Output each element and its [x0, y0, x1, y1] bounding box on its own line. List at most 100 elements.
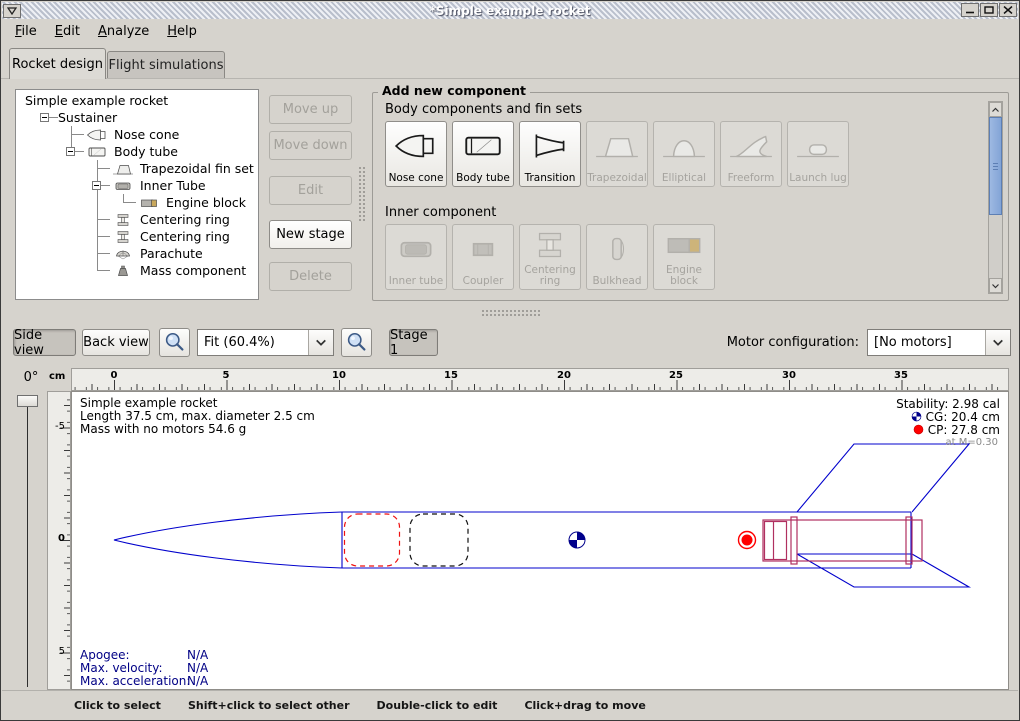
mass-component-icon — [110, 263, 136, 279]
tab-flight-simulations[interactable]: Flight simulations — [107, 51, 225, 79]
inner-tube-icon — [393, 232, 439, 266]
close-icon — [1003, 6, 1013, 14]
chevron-down-icon — [315, 338, 327, 347]
tree-item-centering-ring-2[interactable]: Centering ring — [16, 228, 258, 245]
cg-marker — [569, 532, 585, 548]
zoom-in-button[interactable] — [159, 328, 190, 357]
stability-text: Stability: 2.98 cal — [896, 397, 1000, 411]
tree-item-rocket[interactable]: Simple example rocket — [16, 92, 258, 109]
trapezoidal-fin-icon — [110, 161, 136, 177]
nose-cone-icon — [84, 127, 110, 143]
chevron-down-icon — [992, 338, 1004, 347]
component-scrollbar[interactable] — [988, 101, 1003, 294]
move-down-button: Move down — [269, 131, 352, 160]
nose-cone-icon — [393, 129, 439, 163]
hint-click-to-select: Click to select — [74, 699, 161, 712]
zoom-level-value: Fit (60.4%) — [198, 330, 308, 355]
window-menu-button[interactable] — [3, 4, 21, 18]
tree-item-body-tube[interactable]: Body tube — [16, 143, 258, 160]
tree-item-centering-ring-1[interactable]: Centering ring — [16, 211, 258, 228]
add-body-tube-button[interactable]: Body tube — [452, 121, 514, 187]
scrollbar-thumb[interactable] — [989, 117, 1002, 215]
rotation-angle-label: 0° — [13, 370, 49, 385]
vertical-ruler: -5 0 5 — [47, 391, 71, 690]
window-title: *Simple example rocket — [2, 4, 1018, 18]
add-transition-button[interactable]: Transition — [519, 121, 581, 187]
rotation-slider-track[interactable] — [27, 395, 28, 687]
close-button[interactable] — [999, 3, 1017, 17]
collapse-toggle-icon[interactable] — [92, 181, 101, 190]
engine-block-icon — [661, 228, 707, 262]
tree-item-parachute[interactable]: Parachute — [16, 245, 258, 262]
side-view-button[interactable]: Side view — [13, 329, 76, 356]
cg-legend-icon — [911, 411, 922, 422]
tree-item-mass-component[interactable]: Mass component — [16, 262, 258, 279]
maximize-icon — [984, 6, 994, 14]
cp-marker — [739, 532, 756, 549]
zoom-out-button[interactable] — [341, 328, 372, 357]
horizontal-ruler: 0 5 10 15 20 25 30 35 — [71, 368, 1009, 391]
status-bar: Click to select Shift+click to select ot… — [2, 690, 1018, 719]
body-tube-icon — [84, 144, 110, 160]
mass-component-outline — [410, 514, 468, 566]
trapezoidal-fin-icon — [594, 129, 640, 163]
stage-1-toggle[interactable]: Stage 1 — [389, 329, 438, 356]
scroll-up-button[interactable] — [989, 102, 1002, 117]
back-view-button[interactable]: Back view — [82, 329, 150, 356]
delete-button: Delete — [269, 262, 352, 291]
motor-configuration-combobox[interactable]: [No motors] — [867, 329, 1011, 356]
add-centering-ring-button: Centering ring — [519, 224, 581, 290]
add-nose-cone-button[interactable]: Nose cone — [385, 121, 447, 187]
rocket-drawing[interactable] — [72, 392, 1009, 690]
collapse-toggle-icon[interactable] — [66, 147, 75, 156]
minimize-button[interactable] — [961, 3, 979, 17]
hint-double-click: Double-click to edit — [377, 699, 498, 712]
add-engine-block-button: Engine block — [653, 224, 715, 290]
menu-analyze[interactable]: Analyze — [89, 21, 158, 42]
max-acceleration-row: Max. acceleration:N/A — [80, 674, 208, 688]
add-trapezoidal-fin-button: Trapezoidal — [586, 121, 648, 187]
tree-item-inner-tube[interactable]: Inner Tube — [16, 177, 258, 194]
add-component-title: Add new component — [378, 83, 530, 98]
coupler-icon — [460, 232, 506, 266]
edit-button: Edit — [269, 176, 352, 205]
centering-ring-icon — [527, 228, 573, 262]
motor-configuration-value: [No motors] — [868, 330, 985, 355]
rocket-view-canvas[interactable]: Simple example rocket Length 37.5 cm, ma… — [71, 391, 1009, 690]
tab-rocket-design[interactable]: Rocket design — [9, 48, 106, 79]
magnifier-zoom-out-icon — [346, 332, 367, 353]
scroll-down-button[interactable] — [989, 278, 1002, 293]
apogee-row: Apogee:N/A — [80, 648, 208, 662]
maximize-button[interactable] — [980, 3, 998, 17]
collapse-toggle-icon[interactable] — [40, 113, 49, 122]
tree-item-nose-cone[interactable]: Nose cone — [16, 126, 258, 143]
add-coupler-button: Coupler — [452, 224, 514, 290]
tree-item-engine-block[interactable]: Engine block — [16, 194, 258, 211]
inner-component-label: Inner component — [385, 205, 496, 220]
minimize-icon — [965, 6, 975, 14]
add-component-group: Body components and fin sets Nose cone B… — [372, 92, 1009, 301]
tree-item-trapezoidal-fin-set[interactable]: Trapezoidal fin set — [16, 160, 258, 177]
cp-text: CP: 27.8 cm — [913, 423, 1000, 437]
ruler-unit-label: cm — [49, 371, 65, 382]
hint-click-drag: Click+drag to move — [524, 699, 645, 712]
hint-shift-click: Shift+click to select other — [188, 699, 350, 712]
rotation-slider-handle[interactable] — [17, 395, 38, 407]
window-menu-icon — [7, 7, 17, 15]
chevron-down-icon — [991, 283, 1000, 289]
zoom-level-combobox[interactable]: Fit (60.4%) — [197, 329, 334, 356]
new-stage-button[interactable]: New stage — [269, 220, 352, 249]
rocket-outline — [114, 444, 969, 587]
bulkhead-icon — [594, 232, 640, 266]
menu-edit[interactable]: Edit — [46, 21, 89, 42]
inner-components-outline — [763, 517, 922, 564]
horizontal-splitter-handle[interactable] — [481, 309, 541, 316]
menu-help[interactable]: Help — [158, 21, 206, 42]
menu-file[interactable]: File — [6, 21, 46, 42]
add-bulkhead-button: Bulkhead — [586, 224, 648, 290]
cp-legend-icon — [913, 424, 924, 435]
tree-item-sustainer[interactable]: Sustainer — [16, 109, 258, 126]
mach-condition-text: at M=0.30 — [946, 437, 999, 448]
inner-tube-icon — [110, 178, 136, 194]
vertical-splitter-handle[interactable] — [358, 166, 365, 222]
